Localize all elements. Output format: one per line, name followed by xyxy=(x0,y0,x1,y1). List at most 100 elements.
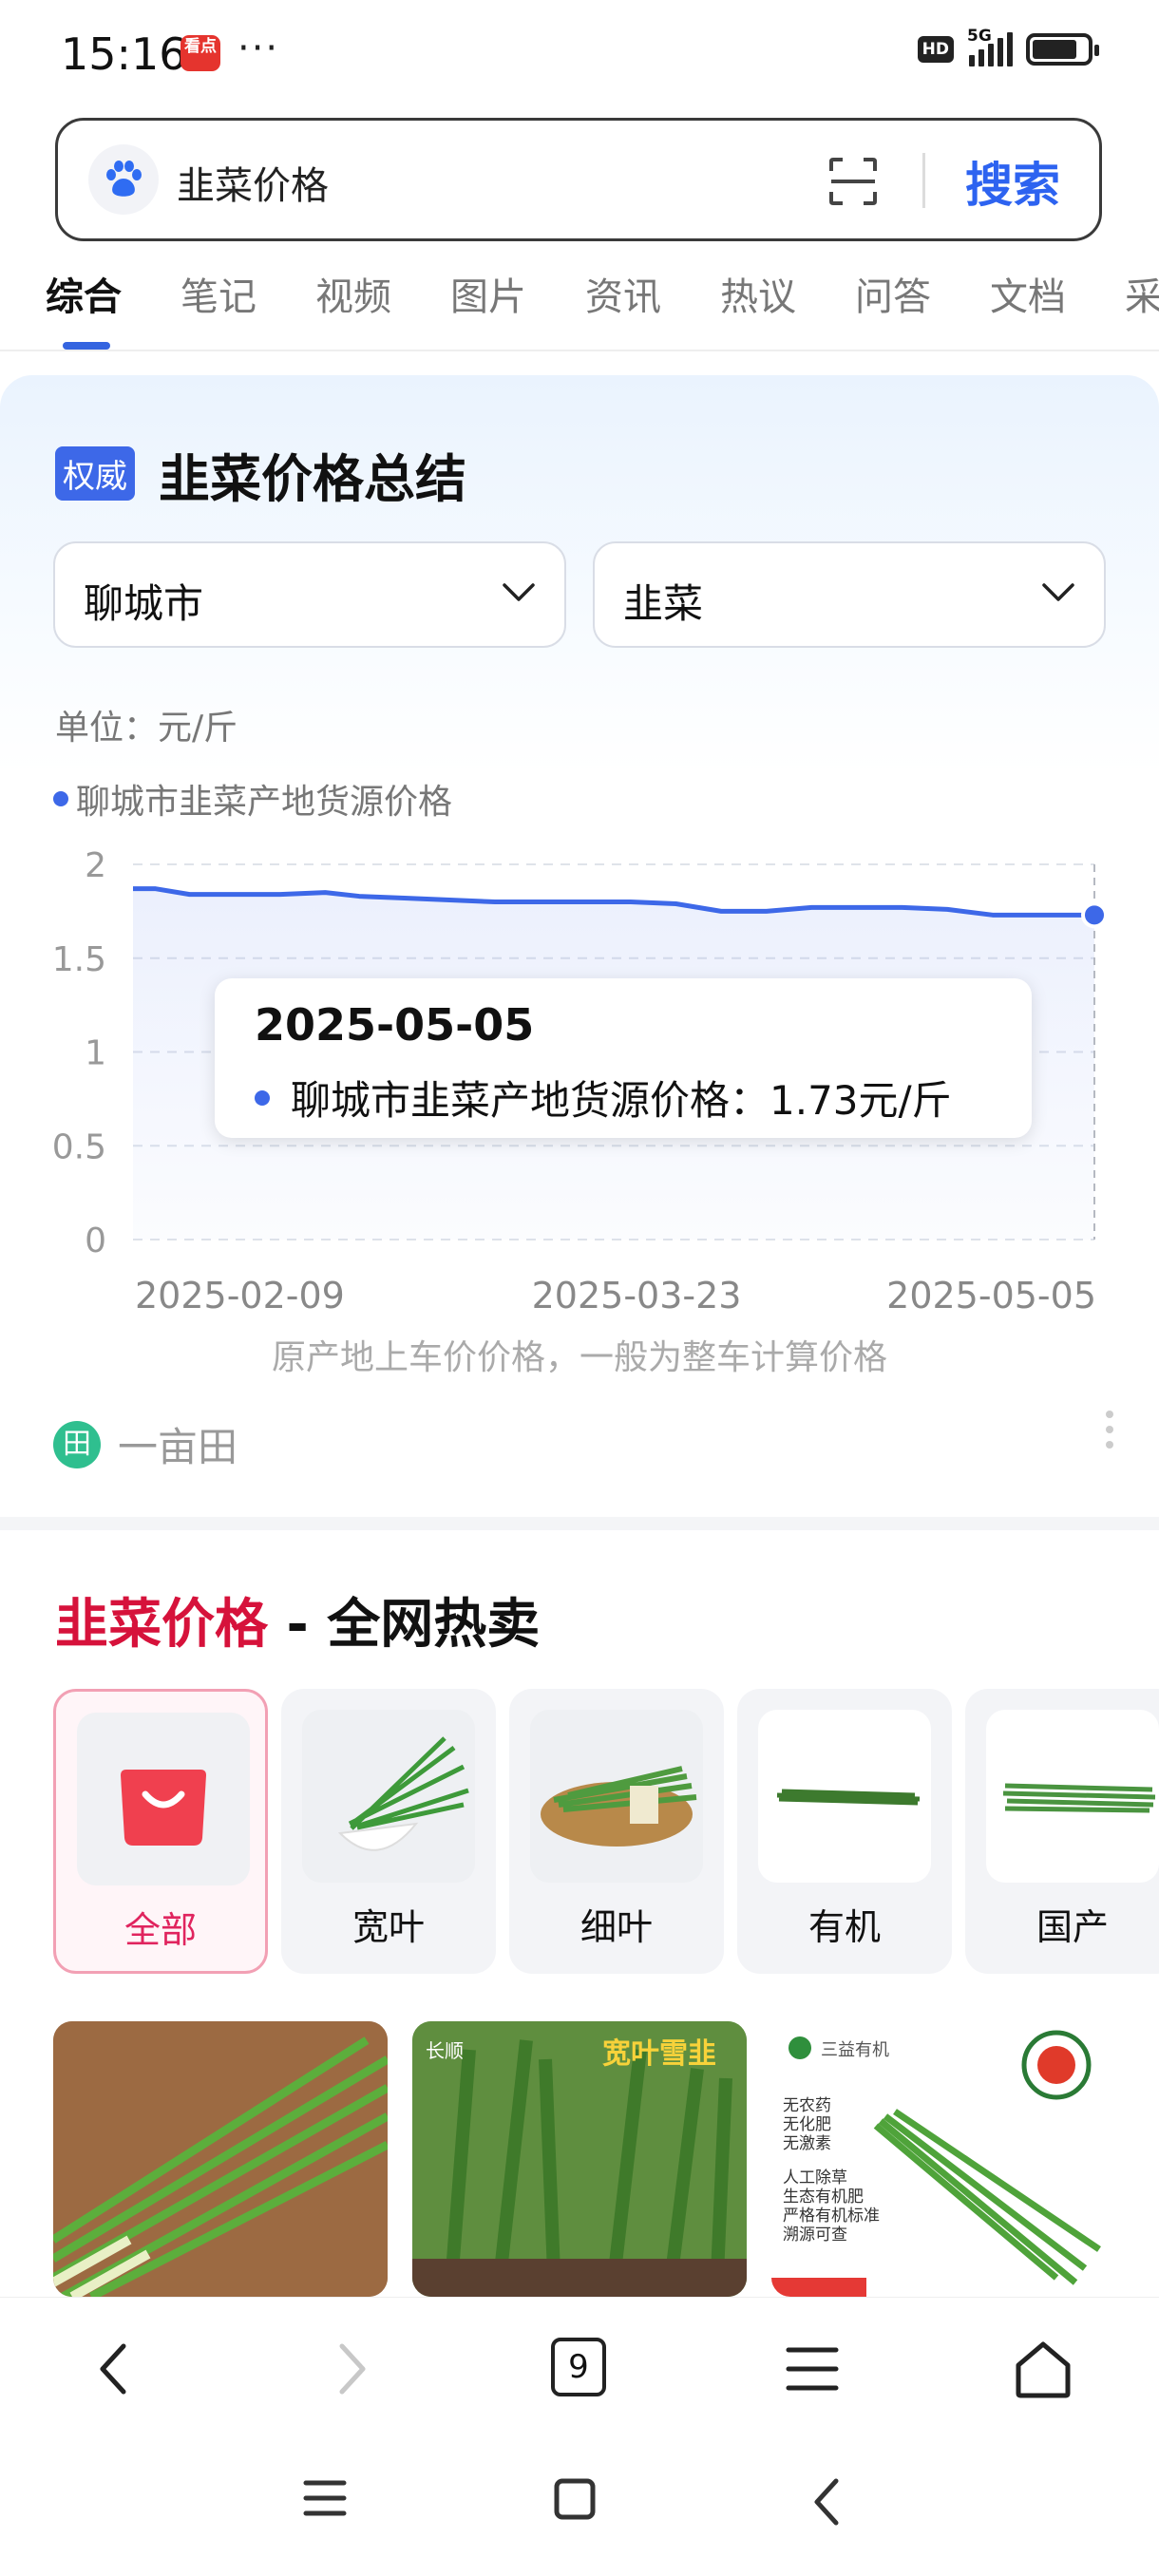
more-notifications-icon: ··· xyxy=(238,27,280,70)
hot-title-highlight: 韭菜价格 xyxy=(55,1594,268,1656)
shopping-bag-icon xyxy=(121,1770,206,1846)
category-row: 全部 宽叶 细叶 有机 国产 xyxy=(53,1689,1159,1974)
price-summary-card: 权威 韭菜价格总结 聊城市 韭菜 单位：元/斤 聊城市韭菜产地货源价格 2 1.5… xyxy=(0,375,1159,1515)
tab-news[interactable]: 资讯 xyxy=(585,266,661,321)
product-feature: 严格有机标准 xyxy=(783,2207,880,2226)
category-organic[interactable]: 有机 xyxy=(737,1689,952,1974)
search-button[interactable]: 搜索 xyxy=(965,147,1060,216)
category-thin-leaf[interactable]: 细叶 xyxy=(509,1689,724,1974)
home-icon[interactable] xyxy=(1013,2340,1074,2399)
product-card-2[interactable]: 长顺 宽叶雪韭 xyxy=(412,2021,747,2297)
product-brand: 长顺 xyxy=(426,2040,464,2062)
product-card-3[interactable]: 三益有机 无农药 无化肥 无激素 人工除草 生态有机肥 严格有机标准 溯源可查 xyxy=(771,2021,1106,2297)
category-label: 细叶 xyxy=(580,1906,653,1948)
chart-legend: 聊城市韭菜产地货源价格 xyxy=(53,774,452,824)
y-tick-label: 0 xyxy=(85,1222,106,1260)
category-domestic[interactable]: 国产 xyxy=(965,1689,1159,1974)
forward-icon[interactable] xyxy=(332,2340,370,2397)
product-image xyxy=(53,2021,388,2297)
product-feature: 无化肥 xyxy=(783,2115,831,2134)
product-brand: 三益有机 xyxy=(821,2040,889,2060)
hot-section-title: 韭菜价格 - 全网热卖 xyxy=(55,1582,540,1658)
tooltip-row: 聊城市韭菜产地货源价格 ：1.73元/斤 xyxy=(255,1069,952,1127)
search-input[interactable]: 韭菜价格 xyxy=(177,155,329,210)
tooltip-series-dot xyxy=(255,1089,270,1106)
y-tick-label: 1 xyxy=(85,1034,106,1073)
tab-images[interactable]: 图片 xyxy=(450,266,526,321)
y-tick-label: 1.5 xyxy=(52,940,106,979)
search-divider xyxy=(922,153,925,208)
category-label: 国产 xyxy=(1036,1906,1109,1948)
tab-count-button[interactable]: 9 xyxy=(551,2338,606,2396)
tooltip-date: 2025-05-05 xyxy=(255,999,535,1051)
source-row[interactable]: 田 一亩田 xyxy=(53,1415,238,1473)
card-title: 韭菜价格总结 xyxy=(159,449,466,509)
category-domestic-thumb xyxy=(986,1710,1159,1883)
hd-icon: HD xyxy=(917,36,954,63)
tab-notes[interactable]: 笔记 xyxy=(180,266,256,321)
tab-discussion[interactable]: 热议 xyxy=(720,266,796,321)
product-badge: 宽叶雪韭 xyxy=(602,2037,716,2071)
product-feature: 无农药 xyxy=(783,2096,831,2115)
category-all[interactable]: 全部 xyxy=(53,1689,268,1974)
tab-all[interactable]: 综合 xyxy=(46,266,122,321)
active-tab-indicator xyxy=(63,342,110,350)
section-divider xyxy=(0,1517,1159,1530)
chevron-down-icon xyxy=(1042,583,1074,601)
city-select-value: 聊城市 xyxy=(84,580,204,627)
category-wide-leaf[interactable]: 宽叶 xyxy=(281,1689,496,1974)
category-organic-thumb xyxy=(758,1710,931,1883)
baidu-paw-icon xyxy=(88,144,159,215)
status-bar: 15:16 看点 ··· HD 5G xyxy=(0,0,1159,109)
tooltip-value: ：1.73元/斤 xyxy=(730,1077,952,1124)
category-label: 宽叶 xyxy=(352,1906,425,1948)
product-image: 三益有机 无农药 无化肥 无激素 人工除草 生态有机肥 严格有机标准 溯源可查 xyxy=(771,2021,1106,2297)
more-options-icon[interactable] xyxy=(1106,1411,1113,1449)
y-tick-label: 2 xyxy=(85,846,106,885)
legend-label: 聊城市韭菜产地货源价格 xyxy=(76,783,453,822)
chart-footnote: 原产地上车价价格，一般为整车计算价格 xyxy=(271,1338,887,1377)
app-notification-icon: 看点 xyxy=(180,35,220,71)
hot-title-rest: - 全网热卖 xyxy=(268,1594,541,1656)
city-select[interactable]: 聊城市 xyxy=(53,541,566,648)
tab-videos[interactable]: 视频 xyxy=(315,266,391,321)
category-wide-leaf-thumb xyxy=(302,1710,475,1883)
menu-icon[interactable] xyxy=(785,2340,840,2397)
product-feature: 无激素 xyxy=(783,2134,831,2153)
system-back-icon[interactable] xyxy=(809,2477,844,2527)
legend-dot xyxy=(53,791,68,806)
x-tick-label: 2025-02-09 xyxy=(135,1275,345,1316)
category-label: 有机 xyxy=(808,1906,881,1948)
highlight-point xyxy=(1081,901,1108,929)
browser-toolbar: 9 xyxy=(0,2297,1159,2439)
product-card-1[interactable] xyxy=(53,2021,388,2297)
product-feature: 人工除草 xyxy=(783,2169,847,2188)
source-logo-icon: 田 xyxy=(53,1420,101,1468)
chart-tooltip: 2025-05-05 聊城市韭菜产地货源价格 ：1.73元/斤 xyxy=(215,978,1032,1138)
category-label: 全部 xyxy=(124,1909,197,1951)
tab-more[interactable]: 采 xyxy=(1125,266,1159,321)
scan-icon[interactable] xyxy=(827,156,879,207)
product-feature: 溯源可查 xyxy=(783,2226,847,2245)
system-home-icon[interactable] xyxy=(553,2477,597,2521)
signal-icon: 5G xyxy=(967,27,1013,66)
product-feature: 生态有机肥 xyxy=(783,2188,864,2207)
product-image: 长顺 宽叶雪韭 xyxy=(412,2021,747,2297)
category-all-thumb xyxy=(77,1713,250,1885)
system-navigation-bar xyxy=(0,2439,1159,2576)
authority-badge: 权威 xyxy=(55,446,135,501)
tab-qa[interactable]: 问答 xyxy=(855,266,931,321)
status-indicators: HD 5G xyxy=(917,27,1099,66)
source-name: 一亩田 xyxy=(118,1424,238,1470)
search-tabs: 综合 笔记 视频 图片 资讯 热议 问答 文档 采 xyxy=(0,266,1159,351)
y-tick-label: 0.5 xyxy=(52,1127,106,1166)
product-select-value: 韭菜 xyxy=(623,580,704,627)
tab-docs[interactable]: 文档 xyxy=(990,266,1066,321)
category-thin-leaf-thumb xyxy=(530,1710,703,1883)
search-bar[interactable]: 韭菜价格 搜索 xyxy=(55,118,1102,241)
back-icon[interactable] xyxy=(95,2340,133,2397)
x-tick-label: 2025-03-23 xyxy=(532,1275,742,1316)
recent-apps-icon[interactable] xyxy=(302,2477,348,2519)
product-row: 长顺 宽叶雪韭 三益有机 无农药 无化肥 无激素 人工除草 生态有机肥 严格有机… xyxy=(53,2021,1159,2297)
product-select[interactable]: 韭菜 xyxy=(593,541,1106,648)
